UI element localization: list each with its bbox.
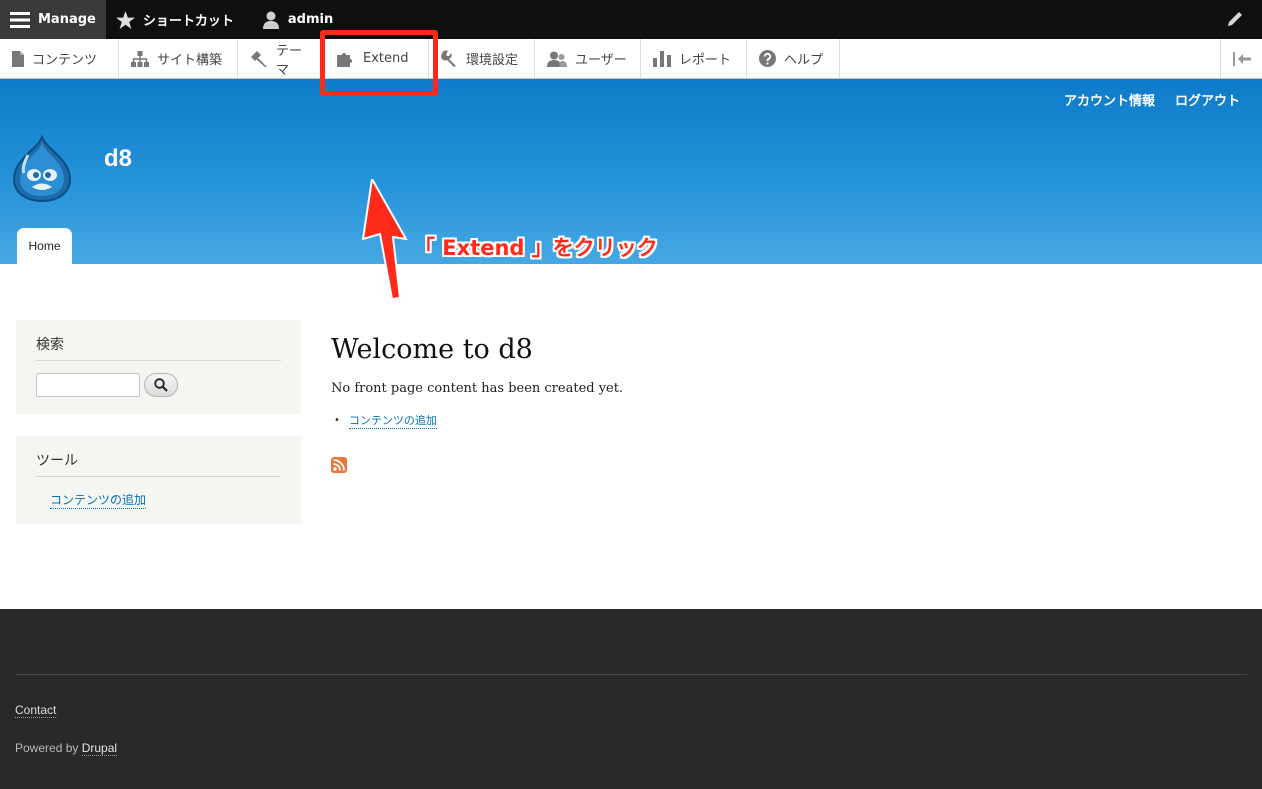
paint-icon bbox=[251, 50, 267, 67]
user-icon bbox=[262, 11, 279, 29]
user-tab[interactable]: admin bbox=[252, 0, 343, 39]
search-block: 検索 bbox=[16, 320, 301, 414]
add-content-link[interactable]: コンテンツの追加 bbox=[348, 412, 437, 429]
collapse-left-icon bbox=[1232, 51, 1251, 66]
bullet: • bbox=[334, 415, 340, 426]
tray-item-extend[interactable]: Extend bbox=[325, 39, 429, 78]
tray-item-label: ユーザー bbox=[575, 53, 627, 68]
list-item: • コンテンツの追加 bbox=[334, 412, 437, 429]
shortcuts-label: ショートカット bbox=[142, 14, 234, 29]
wrench-icon bbox=[441, 50, 456, 67]
tray-item-people[interactable]: ユーザー bbox=[535, 39, 641, 78]
tools-block-title: ツール bbox=[36, 450, 281, 477]
tray-item-label: 環境設定 bbox=[466, 53, 519, 68]
star-icon bbox=[115, 10, 135, 29]
hamburger-icon bbox=[10, 11, 30, 28]
page-title: Welcome to d8 bbox=[331, 334, 533, 365]
question-icon bbox=[759, 50, 776, 67]
toolbar-tray: コンテンツ サイト構築 テーマ Extend 環境設定 ユーザー レポート ヘル… bbox=[0, 39, 1262, 79]
edit-button[interactable] bbox=[1226, 10, 1244, 32]
bar-chart-icon bbox=[653, 50, 671, 67]
site-header: アカウント情報 ログアウト d8 Home 「 Extend 」をクリック bbox=[0, 79, 1262, 299]
people-icon bbox=[547, 51, 567, 67]
annotation-arrow-icon bbox=[361, 179, 408, 299]
tray-item-help[interactable]: ヘルプ bbox=[747, 39, 840, 78]
tray-item-content[interactable]: コンテンツ bbox=[0, 39, 119, 78]
search-button[interactable] bbox=[144, 373, 178, 397]
tray-item-label: コンテンツ bbox=[32, 53, 98, 68]
user-label: admin bbox=[287, 12, 334, 27]
powered-by-text: Powered by bbox=[15, 741, 79, 755]
secondary-menu: アカウント情報 ログアウト bbox=[1064, 90, 1240, 109]
account-link[interactable]: アカウント情報 bbox=[1064, 90, 1155, 109]
intro-text: No front page content has been created y… bbox=[331, 381, 624, 396]
search-block-title: 検索 bbox=[36, 334, 281, 361]
admin-toolbar: Manage ショートカット admin bbox=[0, 0, 1262, 39]
tray-orientation-toggle[interactable] bbox=[1220, 39, 1262, 78]
annotation-text: 「 Extend 」をクリック bbox=[414, 236, 658, 260]
footer-divider bbox=[15, 674, 1247, 675]
search-form bbox=[36, 373, 281, 397]
tray-item-appearance[interactable]: テーマ bbox=[238, 39, 325, 78]
tab-home[interactable]: Home bbox=[17, 228, 72, 264]
tools-add-content-link[interactable]: コンテンツの追加 bbox=[50, 491, 147, 509]
manage-tab[interactable]: Manage bbox=[0, 0, 106, 39]
tray-item-label: サイト構築 bbox=[157, 53, 223, 68]
drupal-link[interactable]: Drupal bbox=[81, 741, 118, 756]
footer-powered-by: Powered by Drupal bbox=[15, 741, 118, 756]
tray-item-label: レポート bbox=[679, 53, 732, 68]
logout-link[interactable]: ログアウト bbox=[1175, 90, 1240, 109]
footer-contact-link[interactable]: Contact bbox=[15, 703, 57, 718]
rss-feed-icon[interactable] bbox=[331, 457, 347, 473]
pencil-icon bbox=[1228, 12, 1242, 26]
search-input[interactable] bbox=[36, 373, 140, 397]
tray-item-label: ヘルプ bbox=[784, 53, 824, 68]
file-icon bbox=[12, 50, 24, 67]
drupal-drop-icon bbox=[12, 133, 72, 203]
shortcuts-tab[interactable]: ショートカット bbox=[106, 0, 244, 39]
tools-block: ツール コンテンツの追加 bbox=[16, 436, 301, 524]
tray-item-structure[interactable]: サイト構築 bbox=[119, 39, 238, 78]
manage-label: Manage bbox=[38, 12, 96, 27]
drupal-logo[interactable] bbox=[12, 133, 72, 207]
tray-item-configuration[interactable]: 環境設定 bbox=[429, 39, 535, 78]
site-footer: Contact Powered by Drupal bbox=[0, 609, 1262, 789]
tray-item-label: Extend bbox=[363, 51, 409, 66]
puzzle-icon bbox=[337, 52, 352, 67]
sitemap-icon bbox=[131, 50, 149, 67]
site-name[interactable]: d8 bbox=[104, 145, 132, 173]
tray-item-label: テーマ bbox=[276, 43, 303, 78]
search-icon bbox=[154, 378, 168, 392]
tray-item-reports[interactable]: レポート bbox=[641, 39, 747, 78]
